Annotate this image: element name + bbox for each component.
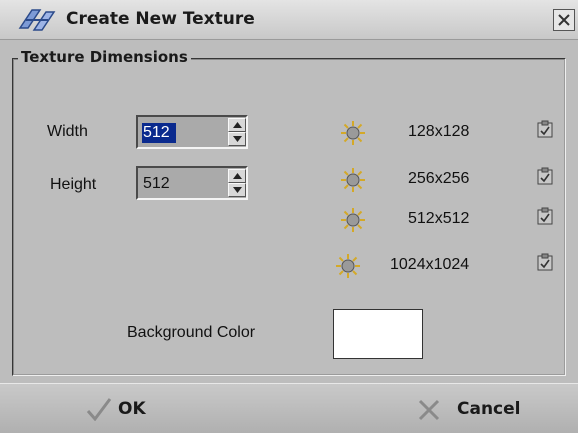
window-title: Create New Texture [66, 9, 255, 29]
close-button[interactable] [553, 9, 575, 31]
height-decrement-button[interactable] [228, 183, 246, 197]
texture-dimensions-group [12, 58, 566, 376]
cancel-x-icon [418, 399, 440, 421]
arrow-up-icon [233, 122, 242, 128]
close-icon [558, 14, 570, 26]
ok-button[interactable]: OK [60, 384, 200, 433]
width-spinbox [136, 115, 248, 149]
arrow-up-icon [233, 173, 242, 179]
preset-gear-icon[interactable] [338, 205, 368, 235]
width-label: Width [47, 123, 88, 140]
preset-label-256: 256x256 [408, 170, 470, 187]
width-increment-button[interactable] [228, 118, 246, 132]
button-bar: OK Cancel [0, 383, 578, 433]
preset-gear-icon[interactable] [338, 118, 368, 148]
apply-preset-icon[interactable] [536, 166, 554, 186]
cancel-button[interactable]: Cancel [400, 384, 550, 433]
width-decrement-button[interactable] [228, 132, 246, 146]
height-increment-button[interactable] [228, 169, 246, 183]
background-color-label: Background Color [127, 324, 256, 341]
ok-label: OK [118, 399, 146, 419]
preset-label-512: 512x512 [408, 210, 470, 227]
arrow-down-icon [233, 136, 242, 142]
preset-label-1024: 1024x1024 [390, 256, 470, 273]
arrow-down-icon [233, 187, 242, 193]
create-texture-dialog: Create New Texture Texture Dimensions Wi… [0, 0, 578, 433]
preset-label-128: 128x128 [408, 123, 470, 140]
title-bar[interactable]: Create New Texture [0, 0, 578, 40]
apply-preset-icon[interactable] [536, 252, 554, 272]
background-color-swatch[interactable] [333, 309, 423, 359]
height-label: Height [50, 176, 97, 193]
texture-app-icon [18, 9, 56, 31]
checkmark-icon [86, 398, 112, 421]
apply-preset-icon[interactable] [536, 206, 554, 226]
width-input[interactable] [141, 121, 223, 145]
group-title: Texture Dimensions [18, 48, 191, 66]
apply-preset-icon[interactable] [536, 119, 554, 139]
height-input[interactable] [141, 172, 223, 196]
preset-gear-icon[interactable] [333, 251, 363, 281]
height-spinbox [136, 166, 248, 200]
cancel-label: Cancel [457, 399, 521, 419]
preset-gear-icon[interactable] [338, 165, 368, 195]
